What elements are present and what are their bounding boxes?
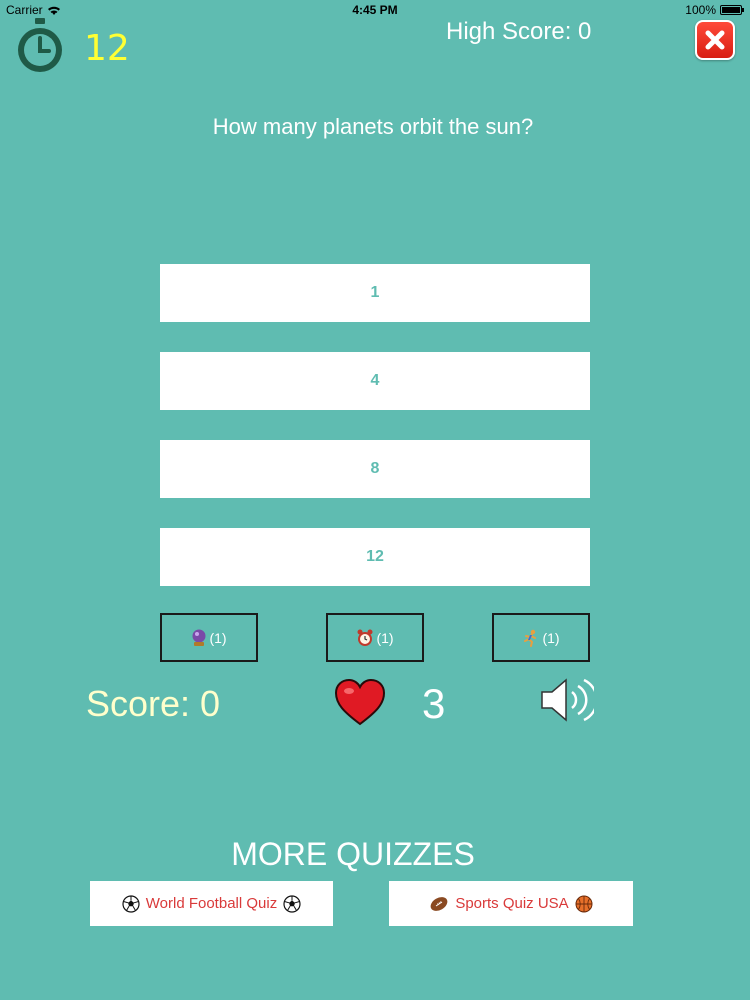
alarm-clock-icon bbox=[357, 629, 373, 646]
runner-icon bbox=[524, 629, 537, 647]
battery-icon bbox=[720, 5, 744, 15]
lifeline-count: (1) bbox=[376, 629, 394, 646]
lifeline-crystal-ball-button[interactable]: (1) bbox=[160, 613, 258, 662]
lifeline-count: (1) bbox=[542, 629, 560, 646]
timer-value: 12 bbox=[84, 28, 130, 69]
close-button[interactable] bbox=[695, 20, 735, 60]
status-bar: Carrier 4:45 PM 100% bbox=[0, 0, 750, 20]
soccer-ball-icon bbox=[122, 894, 140, 913]
crystal-ball-icon bbox=[192, 629, 206, 646]
soccer-ball-icon bbox=[283, 894, 301, 913]
score-label: Score: 0 bbox=[86, 683, 221, 724]
world-football-quiz-link[interactable]: World Football Quiz bbox=[90, 881, 333, 926]
answer-button-1[interactable]: 1 bbox=[160, 264, 590, 322]
quiz-link-label: World Football Quiz bbox=[145, 895, 278, 912]
lives-count: 3 bbox=[422, 680, 446, 727]
status-time: 4:45 PM bbox=[352, 3, 398, 17]
answer-button-4[interactable]: 12 bbox=[160, 528, 590, 586]
answer-button-3[interactable]: 8 bbox=[160, 440, 590, 498]
high-score: High Score: 0 bbox=[446, 18, 592, 45]
answer-button-2[interactable]: 4 bbox=[160, 352, 590, 410]
quiz-link-label: Sports Quiz USA bbox=[455, 895, 569, 912]
battery-percent: 100% bbox=[685, 3, 716, 17]
close-icon bbox=[705, 30, 725, 50]
lifeline-runner-button[interactable]: (1) bbox=[492, 613, 590, 662]
basketball-icon bbox=[575, 895, 593, 912]
lifeline-count: (1) bbox=[209, 629, 227, 646]
sports-quiz-usa-link[interactable]: Sports Quiz USA bbox=[389, 881, 633, 926]
more-quizzes-title: MORE QUIZZES bbox=[231, 836, 475, 872]
battery: 100% bbox=[685, 3, 744, 17]
stopwatch-icon bbox=[18, 18, 62, 72]
question-text: How many planets orbit the sun? bbox=[212, 114, 534, 139]
american-football-icon bbox=[430, 896, 448, 911]
lifeline-alarm-clock-button[interactable]: (1) bbox=[326, 613, 424, 662]
speaker-icon[interactable] bbox=[538, 672, 594, 728]
heart-icon bbox=[334, 678, 386, 726]
